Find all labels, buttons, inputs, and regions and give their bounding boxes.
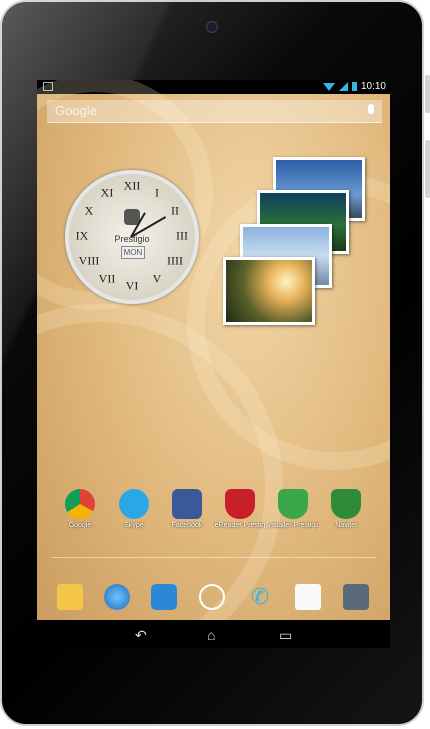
microphone-icon[interactable] xyxy=(368,104,374,114)
power-button[interactable] xyxy=(425,75,430,113)
clock-numeral: XII xyxy=(123,178,141,193)
clock-numeral: VIII xyxy=(78,253,100,268)
google-icon xyxy=(65,489,95,519)
clock-numeral: III xyxy=(176,228,188,243)
browser-icon[interactable] xyxy=(104,584,130,610)
camera-icon[interactable] xyxy=(343,584,369,610)
app-label: eReader Prestig xyxy=(214,522,266,529)
facebook-icon xyxy=(172,489,202,519)
app-label: Facebook xyxy=(171,522,203,529)
clock-numeral: XI xyxy=(100,185,114,200)
volume-button[interactable] xyxy=(425,140,430,198)
app-facebook[interactable]: Facebook xyxy=(161,489,213,529)
screen: 10:10 Google Prestigio MON XII I II III … xyxy=(37,80,390,648)
clock-numeral: VI xyxy=(125,278,139,293)
recent-apps-icon[interactable]: ▭ xyxy=(279,627,292,644)
analog-clock-widget[interactable]: Prestigio MON XII I II III IIII V VI VII… xyxy=(65,170,199,304)
clock-numeral: I xyxy=(155,185,159,200)
clock-numeral: IX xyxy=(75,228,89,243)
clock-numeral: IIII xyxy=(167,253,183,268)
app-drawer-icon[interactable] xyxy=(199,584,225,610)
clock-numeral: X xyxy=(84,203,94,218)
ereader-icon xyxy=(225,489,255,519)
clock-numeral: VII xyxy=(98,271,116,286)
phone-icon[interactable]: ✆ xyxy=(247,584,273,610)
app-ereader-prestigio[interactable]: eReader Prestig xyxy=(214,489,266,529)
file-manager-icon[interactable] xyxy=(151,584,177,610)
app-installer-prestigio[interactable]: Installer Prestigio xyxy=(267,489,319,529)
clock-numeral: II xyxy=(171,203,179,218)
email-icon[interactable] xyxy=(57,584,83,610)
app-label: Installer Prestigio xyxy=(267,522,319,529)
app-label: Skype xyxy=(124,522,144,529)
photo-widget[interactable] xyxy=(223,257,315,325)
installer-icon xyxy=(278,489,308,519)
navitel-icon xyxy=(331,489,361,519)
back-icon[interactable]: ↶ xyxy=(135,627,147,644)
app-skype[interactable]: Skype xyxy=(108,489,160,529)
search-label: Google xyxy=(55,103,97,118)
google-search-bar[interactable]: Google xyxy=(47,100,382,123)
app-google[interactable]: Google xyxy=(54,489,106,529)
app-label: Navitel xyxy=(335,522,357,529)
home-wallpaper: Google Prestigio MON XII I II III IIII V… xyxy=(37,80,390,648)
navigation-bar: ↶ ⌂ ▭ xyxy=(37,620,390,648)
app-label: Google xyxy=(68,522,92,529)
home-icon[interactable]: ⌂ xyxy=(207,627,215,643)
dock-divider xyxy=(51,557,376,558)
signal-icon xyxy=(338,82,348,91)
status-time: 10:10 xyxy=(360,81,386,92)
front-camera xyxy=(206,21,218,33)
clock-day: MON xyxy=(121,246,145,259)
battery-icon xyxy=(351,82,357,91)
skype-icon xyxy=(119,489,149,519)
app-navitel[interactable]: Navitel xyxy=(320,489,372,529)
clock-numeral: V xyxy=(152,271,162,286)
wifi-icon xyxy=(322,82,335,91)
play-store-icon[interactable] xyxy=(295,584,321,610)
